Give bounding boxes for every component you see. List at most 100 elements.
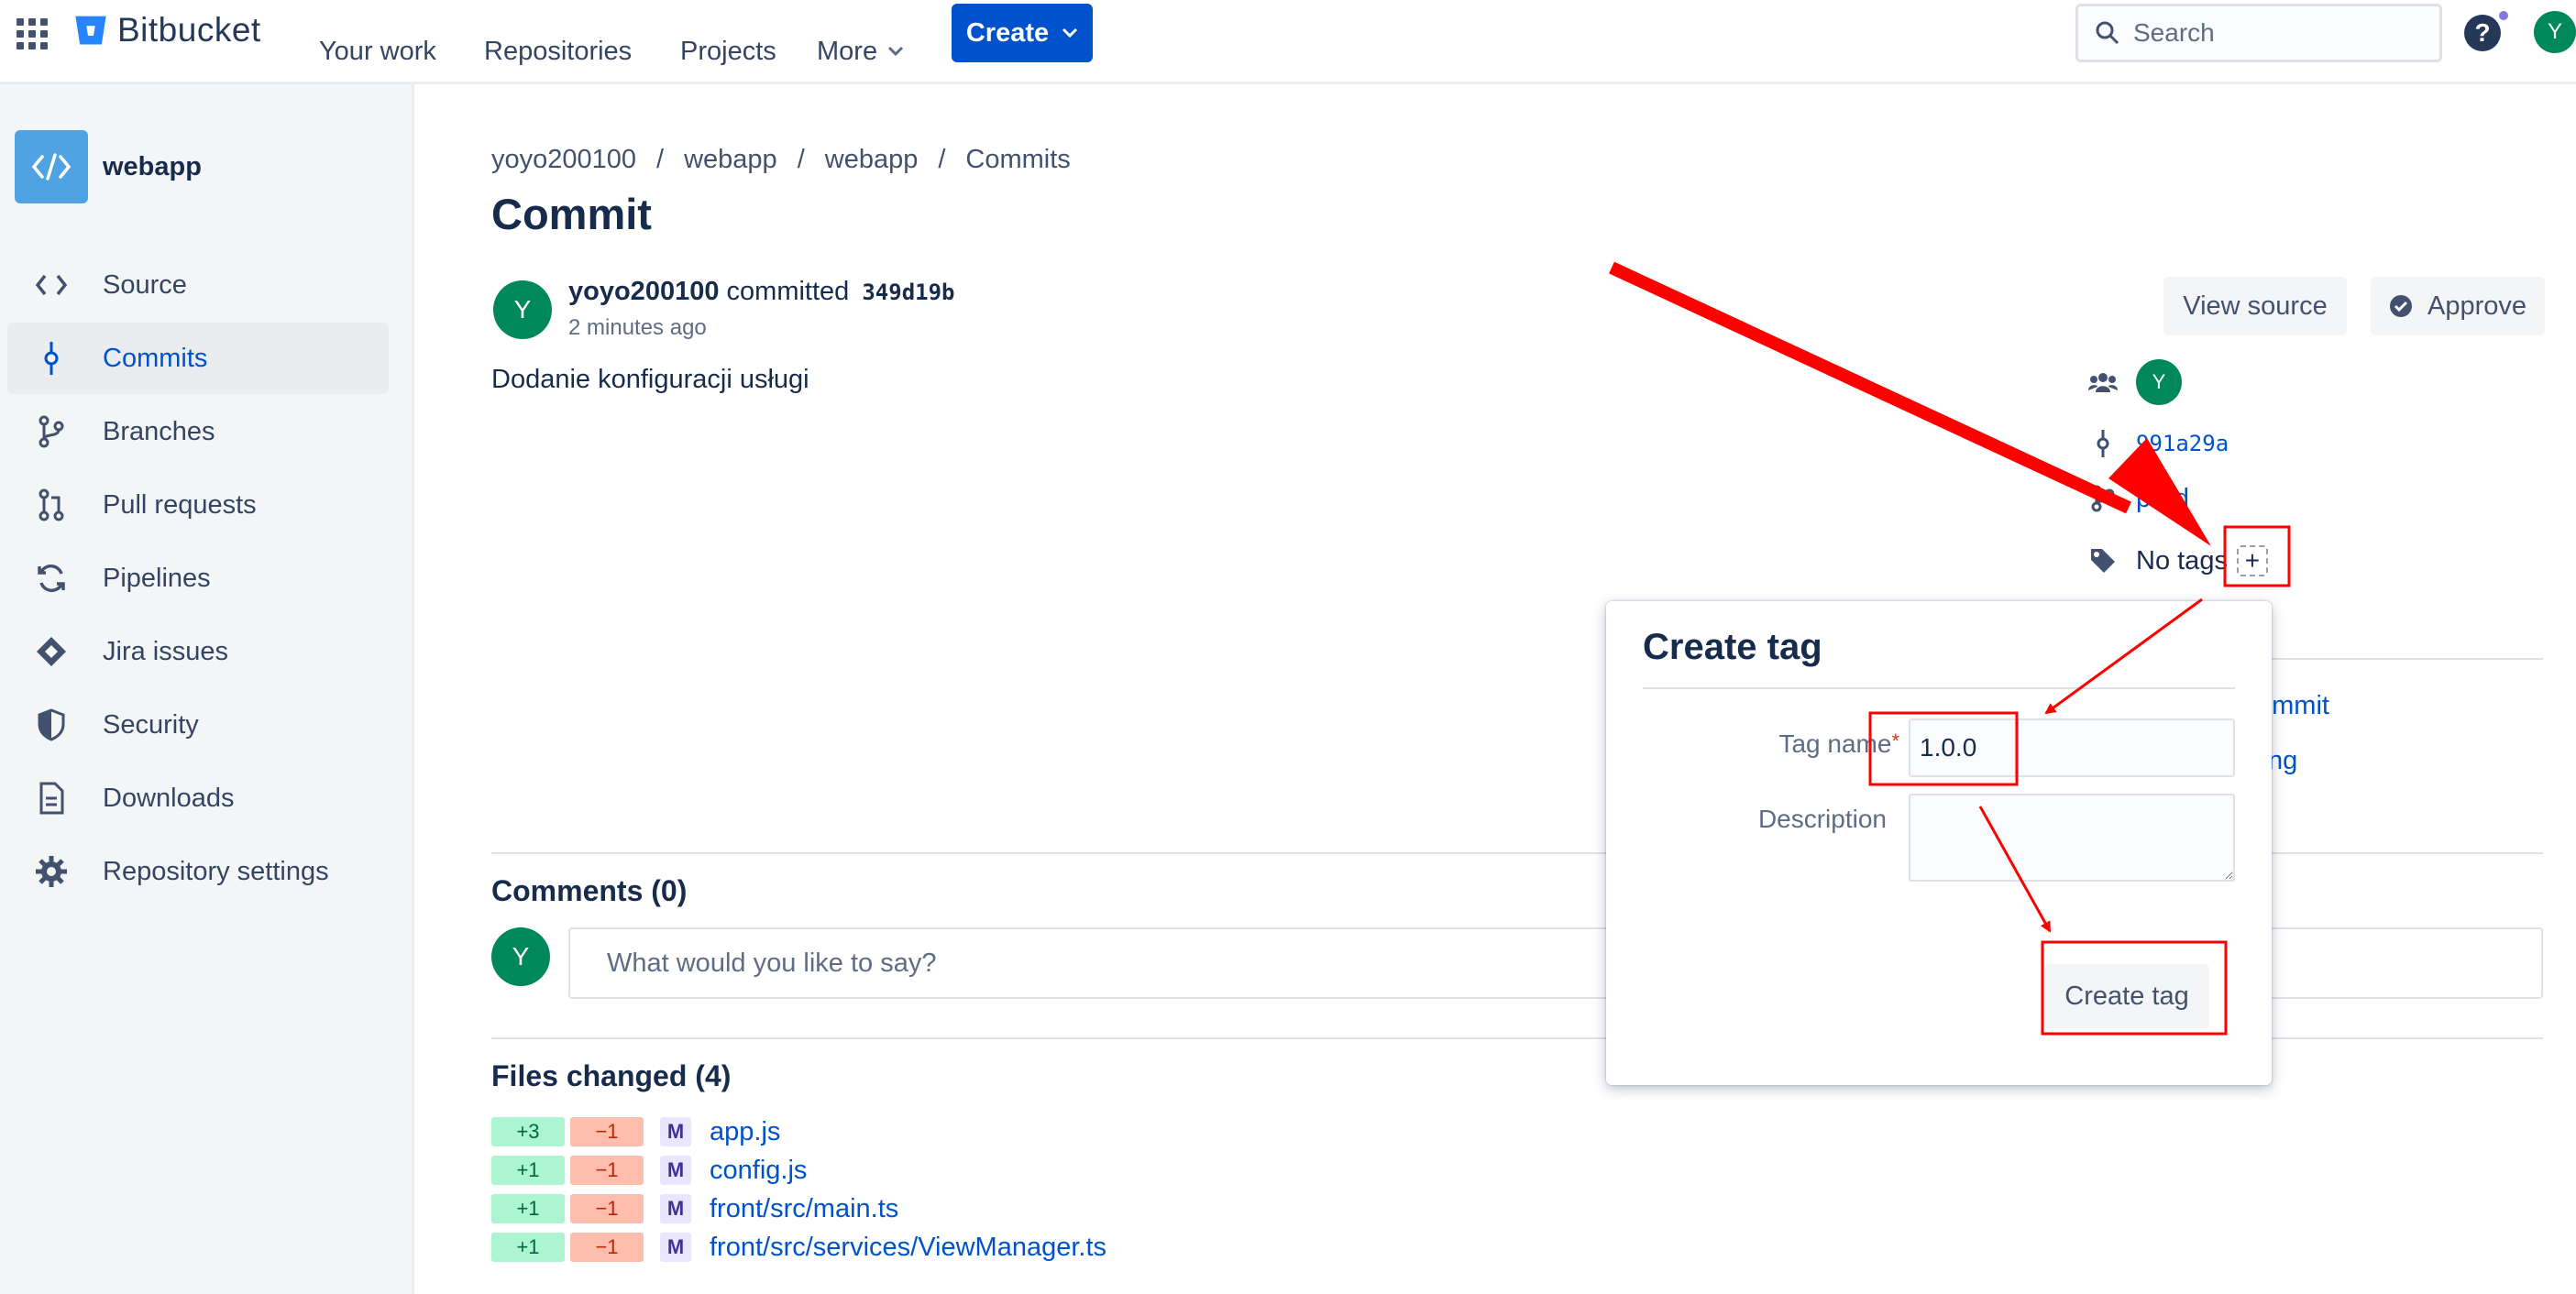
breadcrumb-item[interactable]: yoyo200100: [491, 145, 636, 175]
app-switcher-icon[interactable]: [17, 18, 48, 49]
nav-more[interactable]: More: [817, 18, 905, 84]
sidebar-item-pipelines[interactable]: Pipelines: [7, 543, 389, 614]
file-link[interactable]: front/src/services/ViewManager.ts: [710, 1233, 1106, 1263]
divider: [1643, 687, 2235, 689]
lines-removed-badge: −1: [570, 1194, 644, 1223]
branch-link[interactable]: prod: [2136, 484, 2189, 514]
commit-hash: 349d19b: [862, 280, 955, 305]
repository-code-icon: [15, 130, 88, 203]
lines-added-badge: +1: [491, 1233, 565, 1262]
partial-link-3[interactable]: ng: [2268, 746, 2297, 776]
modified-badge: M: [660, 1233, 691, 1262]
pipelines-icon: [33, 560, 70, 597]
lines-added-badge: +3: [491, 1117, 565, 1146]
modified-badge: M: [660, 1156, 691, 1185]
check-circle-icon: [2389, 295, 2412, 317]
tag-name-input[interactable]: [1909, 718, 2235, 777]
dialog-title: Create tag: [1643, 627, 1822, 667]
nav-more-label: More: [817, 36, 878, 66]
tag-icon: [2086, 544, 2119, 577]
tag-name-label: Tag name*: [1698, 729, 1899, 759]
nav-repositories[interactable]: Repositories: [484, 18, 632, 84]
no-tags-label: No tags: [2136, 545, 2228, 576]
approve-button[interactable]: Approve: [2371, 277, 2545, 335]
lines-removed-badge: −1: [570, 1117, 644, 1146]
shield-icon: [33, 707, 70, 743]
avatar[interactable]: Y: [493, 280, 552, 339]
breadcrumb-item[interactable]: webapp: [825, 145, 919, 175]
gear-icon: [33, 853, 70, 890]
notification-dot: [2497, 9, 2510, 22]
sidebar: webapp Source Commits Branches Pull requ…: [0, 84, 414, 1294]
top-navigation: Bitbucket Your work Repositories Project…: [0, 0, 2576, 84]
tag-name-label-text: Tag name: [1778, 729, 1892, 758]
create-tag-button[interactable]: Create tag: [2044, 964, 2209, 1028]
search-box[interactable]: [2075, 4, 2442, 62]
repository-header[interactable]: webapp: [15, 130, 202, 203]
sidebar-item-commits[interactable]: Commits: [7, 323, 389, 394]
file-link[interactable]: front/src/main.ts: [710, 1194, 898, 1224]
chevron-down-icon: [1062, 27, 1078, 38]
create-button[interactable]: Create: [952, 4, 1093, 62]
sidebar-item-source[interactable]: Source: [7, 249, 389, 321]
branch-icon: [33, 413, 70, 450]
file-row: +1 −1 M front/src/main.ts: [491, 1193, 898, 1224]
sidebar-item-repository-settings[interactable]: Repository settings: [7, 836, 389, 907]
description-input[interactable]: [1909, 794, 2235, 882]
bitbucket-logo-icon: [75, 16, 106, 45]
commit-verb: committed: [726, 277, 850, 306]
code-icon: [33, 267, 70, 303]
sidebar-item-label: Repository settings: [103, 856, 329, 886]
files-changed-title: Files changed (4): [491, 1059, 732, 1092]
profile-avatar[interactable]: Y: [2534, 11, 2576, 53]
description-label: Description: [1757, 805, 1887, 833]
create-tag-dialog: Create tag Tag name* Description Create …: [1606, 601, 2272, 1085]
chevron-down-icon: [888, 46, 904, 57]
sidebar-item-label: Commits: [103, 343, 208, 373]
app-name: Bitbucket: [117, 11, 261, 49]
pull-request-icon: [33, 487, 70, 523]
modified-badge: M: [660, 1194, 691, 1223]
lines-added-badge: +1: [491, 1194, 565, 1223]
approve-label: Approve: [2427, 291, 2526, 321]
sidebar-item-jira-issues[interactable]: Jira issues: [7, 616, 389, 687]
people-icon: [2086, 366, 2119, 399]
big-arrow-line: [1609, 261, 2131, 514]
add-tag-button[interactable]: +: [2236, 545, 2268, 576]
commit-author[interactable]: yoyo200100: [568, 277, 719, 306]
commit-time: 2 minutes ago: [568, 315, 707, 340]
required-mark: *: [1891, 729, 1899, 752]
file-row: +1 −1 M front/src/services/ViewManager.t…: [491, 1232, 1106, 1263]
document-icon: [33, 780, 70, 817]
file-row: +3 −1 M app.js: [491, 1116, 780, 1147]
parent-row: 991a29a: [2086, 427, 2229, 460]
sidebar-item-security[interactable]: Security: [7, 689, 389, 761]
help-icon[interactable]: ?: [2464, 15, 2501, 51]
nav-projects[interactable]: Projects: [680, 18, 776, 84]
file-link[interactable]: app.js: [710, 1117, 780, 1147]
file-link[interactable]: config.js: [710, 1156, 807, 1186]
lines-removed-badge: −1: [570, 1233, 644, 1262]
file-row: +1 −1 M config.js: [491, 1155, 807, 1186]
breadcrumb-item[interactable]: webapp: [684, 145, 777, 175]
breadcrumb-item[interactable]: Commits: [965, 145, 1070, 175]
sidebar-item-label: Security: [103, 709, 199, 740]
sidebar-item-label: Pull requests: [103, 489, 257, 520]
sidebar-item-label: Downloads: [103, 783, 235, 813]
bitbucket-logo[interactable]: Bitbucket: [73, 7, 261, 53]
nav-your-work[interactable]: Your work: [319, 18, 436, 84]
breadcrumb: yoyo200100/ webapp / webapp / Commits: [491, 145, 1071, 175]
sidebar-item-pull-requests[interactable]: Pull requests: [7, 469, 389, 541]
view-source-button[interactable]: View source: [2163, 277, 2347, 335]
sidebar-item-label: Jira issues: [103, 636, 228, 666]
modified-badge: M: [660, 1117, 691, 1146]
search-icon: [2096, 21, 2119, 45]
create-button-label: Create: [965, 17, 1050, 48]
page-title: Commit: [491, 190, 652, 238]
parent-commit-link[interactable]: 991a29a: [2136, 431, 2229, 456]
participant-avatar[interactable]: Y: [2136, 359, 2182, 405]
search-input[interactable]: [2133, 18, 2408, 48]
sidebar-item-downloads[interactable]: Downloads: [7, 762, 389, 834]
sidebar-item-branches[interactable]: Branches: [7, 396, 389, 467]
repository-name: webapp: [103, 151, 202, 181]
